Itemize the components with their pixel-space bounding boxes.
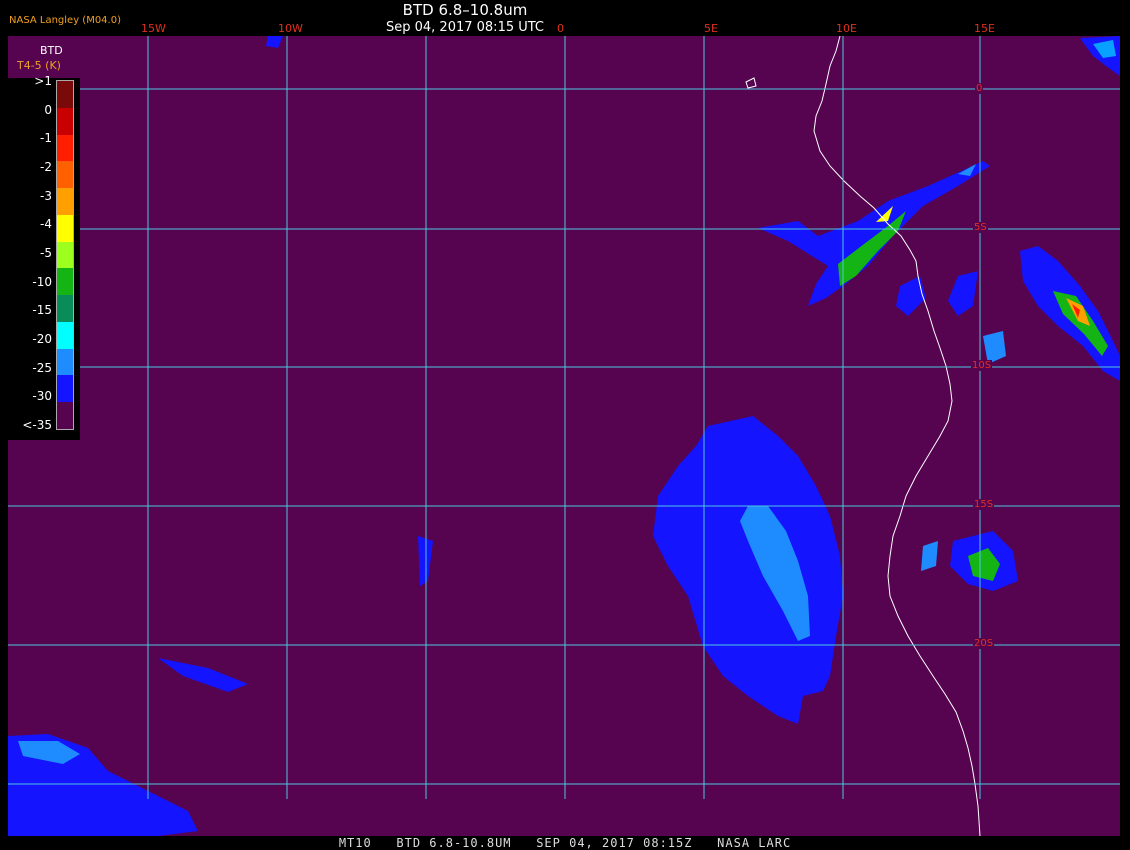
legend-swatch	[57, 214, 73, 242]
legend-swatch	[57, 81, 73, 108]
map-area	[8, 35, 1120, 837]
lat-label: 10S	[971, 360, 993, 371]
legend-tick-label: -20	[32, 332, 52, 346]
legend-tick-label: >1	[34, 74, 52, 88]
legend-tick-label: -25	[32, 360, 52, 375]
cloud-feature	[948, 271, 978, 316]
lat-label: 0	[975, 83, 984, 94]
legend-tick-label: -1	[40, 131, 52, 146]
legend-tick-label: 0	[44, 102, 52, 117]
image-timestamp: Sep 04, 2017 08:15 UTC	[385, 20, 545, 35]
lat-label: 5S	[973, 222, 988, 233]
legend-swatch	[57, 241, 73, 269]
cloud-feature	[158, 658, 248, 692]
legend-swatch	[57, 375, 73, 403]
legend-tick-label: -5	[40, 246, 52, 260]
legend-tick-label: -15	[32, 303, 52, 318]
map-canvas	[8, 35, 1120, 837]
lat-label: 15S	[973, 499, 995, 510]
legend-swatch	[57, 321, 73, 349]
legend-swatch	[57, 161, 73, 189]
legend-tick-label: -10	[32, 274, 52, 289]
legend-swatch	[57, 107, 73, 135]
cloud-feature	[896, 276, 926, 316]
lon-label: 5E	[704, 22, 718, 35]
lat-label: 20S	[973, 638, 995, 649]
color-scale-bar	[56, 80, 74, 430]
legend-unit: T4-5 (K)	[17, 59, 61, 72]
lon-label: 10E	[836, 22, 857, 35]
legend-swatch	[57, 402, 73, 430]
legend-tick-label: -2	[40, 160, 52, 174]
satellite-image-frame: NASA Langley (M04.0) BTD 6.8–10.8um Sep …	[0, 0, 1130, 850]
cloud-feature	[653, 416, 843, 724]
lon-label: 15E	[974, 22, 995, 35]
lon-label: 0	[557, 22, 564, 35]
graticule	[8, 36, 1120, 799]
lon-label: 10W	[278, 22, 303, 35]
legend-swatch	[57, 268, 73, 296]
legend-tick-label: -30	[32, 389, 52, 404]
lon-label: 15W	[141, 22, 166, 35]
coastline	[813, 35, 981, 837]
legend-swatch	[57, 134, 73, 162]
legend-title: BTD	[40, 44, 63, 57]
legend-tick-label: -3	[40, 188, 52, 203]
legend-swatch	[57, 348, 73, 376]
legend-swatch	[57, 295, 73, 323]
legend-swatch	[57, 188, 73, 216]
legend-tick-label: -4	[40, 217, 52, 232]
image-title: BTD 6.8–10.8um	[402, 1, 528, 19]
legend-tick-label: <-35	[22, 418, 52, 432]
footer-caption: MT10 BTD 6.8-10.8UM SEP 04, 2017 08:15Z …	[338, 836, 792, 850]
cloud-features	[8, 36, 1120, 836]
cloud-feature	[266, 36, 283, 48]
island-outline	[745, 77, 757, 89]
cloud-feature	[921, 541, 938, 571]
